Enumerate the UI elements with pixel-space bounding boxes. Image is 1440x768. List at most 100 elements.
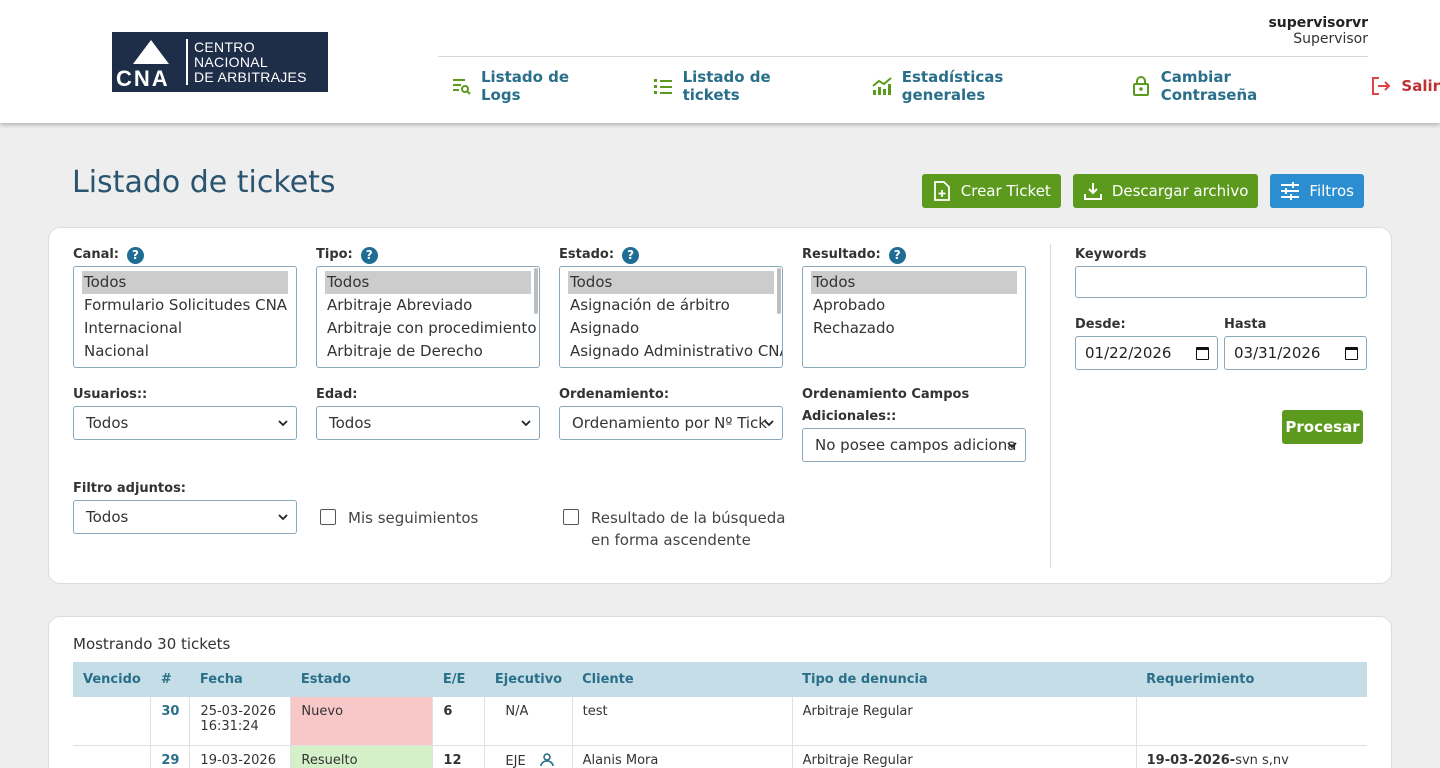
help-icon[interactable]: ?: [360, 246, 378, 264]
checkbox-box[interactable]: [320, 509, 336, 525]
chart-icon: [871, 75, 893, 97]
nav-tickets[interactable]: Listado de tickets: [652, 68, 833, 104]
logout-icon: [1370, 75, 1392, 97]
canal-option[interactable]: Todos: [82, 271, 288, 294]
cell-fecha: 19-03-2026: [189, 745, 292, 768]
col-cliente[interactable]: Cliente: [572, 662, 793, 697]
filters-button[interactable]: Filtros: [1270, 174, 1364, 208]
ordenamiento-label: Ordenamiento:: [559, 387, 670, 402]
tipo-scrollbar[interactable]: [534, 268, 538, 314]
estado-option[interactable]: Asignación de árbitro: [568, 294, 774, 317]
nav-logout[interactable]: Salir: [1370, 75, 1440, 97]
nav-stats-label: Estadísticas generales: [901, 68, 1004, 104]
col-vencido[interactable]: Vencido: [73, 662, 151, 697]
calendar-icon[interactable]: [1196, 347, 1209, 360]
cell-estado: Nuevo: [290, 697, 434, 746]
tipo-option[interactable]: Arbitraje de Derecho: [325, 340, 531, 363]
results-panel: Mostrando 30 tickets Vencido # Fecha Est…: [48, 616, 1392, 768]
col-estado[interactable]: Estado: [290, 662, 433, 697]
logo-mark: CNA: [112, 32, 184, 92]
cna-logo[interactable]: CNA CENTRO NACIONAL DE ARBITRAJES: [112, 32, 328, 92]
table-row[interactable]: 29 19-03-2026 Resuelto 12 EJE Alanis Mor…: [73, 745, 1367, 768]
usuarios-select[interactable]: Todos: [73, 406, 297, 440]
resultado-option[interactable]: Todos: [811, 271, 1017, 294]
canal-option[interactable]: Internacional: [82, 317, 288, 340]
ascendente-label-1: Resultado de la búsqueda: [591, 509, 786, 527]
create-ticket-button[interactable]: Crear Ticket: [921, 174, 1061, 208]
estado-option[interactable]: Asignado: [568, 317, 774, 340]
canal-option[interactable]: Formulario Solicitudes CNA: [82, 294, 288, 317]
download-icon: [1083, 181, 1103, 201]
col-requerimiento[interactable]: Requerimiento: [1136, 662, 1367, 697]
top-header: CNA CENTRO NACIONAL DE ARBITRAJES superv…: [0, 0, 1440, 123]
table-row[interactable]: 30 25-03-2026 16:31:24 Nuevo 6 N/A test …: [73, 697, 1367, 746]
estado-option[interactable]: Todos: [568, 271, 774, 294]
cell-estado: Resuelto: [290, 745, 434, 768]
tipo-option[interactable]: Todos: [325, 271, 531, 294]
col-ejecutivo[interactable]: Ejecutivo: [484, 662, 573, 697]
lock-icon: [1130, 75, 1152, 97]
ejecutivo-name: EJE: [505, 753, 526, 768]
tipo-listbox[interactable]: Todos Arbitraje Abreviado Arbitraje con …: [316, 266, 540, 368]
estado-scrollbar[interactable]: [777, 268, 781, 314]
mis-seguimientos-checkbox[interactable]: Mis seguimientos: [320, 507, 478, 529]
estado-option[interactable]: Asignado Administrativo CNA: [568, 340, 782, 363]
nav-change-password[interactable]: Cambiar Contraseña: [1130, 68, 1333, 104]
nav-logs-label: Listado de Logs: [480, 68, 570, 104]
estado-listbox[interactable]: Todos Asignación de árbitro Asignado Asi…: [559, 266, 783, 368]
desde-date-input[interactable]: 01/22/2026: [1075, 336, 1218, 370]
nav-logs[interactable]: Listado de Logs: [450, 68, 614, 104]
filters-panel: Canal: ? Todos Formulario Solicitudes CN…: [48, 227, 1392, 584]
filters-label: Filtros: [1309, 182, 1354, 200]
logo-arrow-icon: [133, 40, 169, 64]
canal-label-text: Canal:: [73, 247, 119, 262]
hasta-date-input[interactable]: 03/31/2026: [1224, 336, 1367, 370]
help-icon[interactable]: ?: [888, 246, 906, 264]
ascendente-checkbox[interactable]: Resultado de la búsqueda en forma ascend…: [563, 507, 785, 551]
canal-listbox[interactable]: Todos Formulario Solicitudes CNA Interna…: [73, 266, 297, 368]
nav-divider: [438, 56, 1368, 57]
resultado-listbox[interactable]: Todos Aprobado Rechazado: [802, 266, 1026, 368]
col-tipo-denuncia[interactable]: Tipo de denuncia: [792, 662, 1137, 697]
download-file-label: Descargar archivo: [1111, 182, 1249, 200]
sliders-icon: [1280, 181, 1300, 201]
resultado-option[interactable]: Aprobado: [811, 294, 1017, 317]
list-icon: [652, 75, 674, 97]
tipo-option[interactable]: Arbitraje con procedimiento a: [325, 317, 539, 340]
canal-label: Canal: ?: [73, 244, 144, 266]
user-icon[interactable]: [540, 752, 554, 767]
help-icon[interactable]: ?: [622, 246, 640, 264]
resultado-label: Resultado: ?: [802, 244, 906, 266]
resultado-option[interactable]: Rechazado: [811, 317, 1017, 340]
download-file-button[interactable]: Descargar archivo: [1072, 174, 1259, 208]
usuarios-label: Usuarios::: [73, 387, 148, 402]
col-numero[interactable]: #: [150, 662, 190, 697]
edad-select[interactable]: Todos: [316, 406, 540, 440]
usuarios-value: Todos: [86, 414, 129, 432]
canal-option[interactable]: Nacional: [82, 340, 288, 363]
tipo-option[interactable]: Arbitraje Abreviado: [325, 294, 531, 317]
nav-stats[interactable]: Estadísticas generales: [871, 68, 1092, 104]
logo-line-1: CENTRO: [194, 38, 255, 55]
ordenamiento-campos-select[interactable]: No posee campos adiciona: [802, 428, 1026, 462]
page-actions: Crear Ticket Descargar archivo Filtros: [910, 174, 1364, 208]
col-ee[interactable]: E/E: [432, 662, 485, 697]
checkbox-box[interactable]: [563, 509, 579, 525]
calendar-icon[interactable]: [1345, 347, 1358, 360]
help-icon[interactable]: ?: [127, 246, 144, 264]
ordenamiento-campos-label: Ordenamiento Campos Adicionales::: [802, 384, 969, 428]
procesar-button[interactable]: Procesar: [1282, 410, 1363, 444]
keywords-input[interactable]: [1075, 266, 1367, 298]
log-list-icon: [450, 75, 472, 97]
cell-vencido: [73, 745, 152, 768]
adjuntos-select[interactable]: Todos: [73, 500, 297, 534]
col-fecha[interactable]: Fecha: [189, 662, 291, 697]
ordenamiento-campos-label-1: Ordenamiento Campos: [802, 387, 970, 402]
file-plus-icon: [932, 181, 952, 201]
user-info: supervisorvr Supervisor: [1268, 15, 1368, 47]
ordenamiento-value: Ordenamiento por Nº Tick: [572, 414, 767, 432]
cell-numero[interactable]: 29: [150, 745, 191, 768]
ascendente-label-2: en forma ascendente: [591, 531, 751, 549]
ordenamiento-select[interactable]: Ordenamiento por Nº Tick: [559, 406, 783, 440]
cell-numero[interactable]: 30: [150, 697, 191, 746]
